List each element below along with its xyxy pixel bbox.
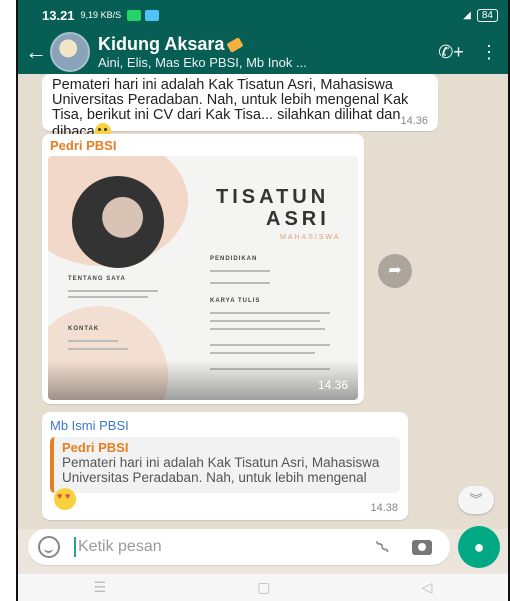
group-title-block[interactable]: Kidung Aksara Aini, Elis, Mas Eko PBSI, … bbox=[98, 34, 432, 70]
more-options-icon[interactable]: ⋮ bbox=[470, 42, 508, 63]
heart-eyes-emoji-icon bbox=[54, 488, 76, 510]
phone-frame: 13.21 9,19 KB/S ◢ 84 ← Kidung Aksara Ain… bbox=[16, 0, 510, 601]
image-message-bubble[interactable]: Pedri PBSI TISATUN ASRI MAHASISWA TENTAN… bbox=[42, 134, 364, 404]
whatsapp-notification-icon bbox=[127, 9, 142, 21]
group-name-text: Kidung Aksara bbox=[98, 34, 225, 54]
message-input[interactable] bbox=[78, 538, 368, 556]
cv-text-line bbox=[68, 348, 128, 350]
gallery-notification-icon bbox=[145, 9, 160, 21]
cv-profile-photo bbox=[72, 176, 164, 268]
cv-text-line bbox=[210, 282, 270, 284]
status-bar: 13.21 9,19 KB/S ◢ 84 bbox=[18, 0, 508, 30]
scroll-down-icon[interactable]: ︾ bbox=[458, 486, 494, 514]
back-nav-icon[interactable]: ◁ bbox=[422, 579, 433, 596]
message-input-bar: ⌇ bbox=[28, 529, 450, 565]
status-time: 13.21 bbox=[42, 7, 75, 23]
emoji-icon[interactable] bbox=[38, 536, 60, 558]
message-bubble-1[interactable]: Pemateri hari ini adalah Kak Tisatun Asr… bbox=[42, 74, 438, 140]
cv-section-writings: KARYA TULIS bbox=[210, 298, 261, 304]
quoted-message[interactable]: Pedri PBSI Pemateri hari ini adalah Kak … bbox=[50, 437, 400, 493]
message-sender: Mb Ismi PBSI bbox=[50, 418, 129, 433]
cv-section-contact: KONTAK bbox=[68, 326, 100, 332]
cv-text-line bbox=[210, 320, 320, 322]
status-right: ◢ 84 bbox=[463, 8, 498, 22]
camera-icon[interactable] bbox=[412, 539, 432, 555]
message-time: 14.38 bbox=[370, 502, 398, 514]
cv-text-line bbox=[68, 340, 118, 342]
cv-name-line1: TISATUN bbox=[216, 186, 330, 208]
cv-section-about: TENTANG SAYA bbox=[68, 276, 126, 282]
battery-indicator: 84 bbox=[476, 8, 498, 22]
cv-image[interactable]: TISATUN ASRI MAHASISWA TENTANG SAYA PEND… bbox=[48, 156, 358, 400]
group-avatar[interactable] bbox=[50, 32, 90, 72]
cv-bottom-shade bbox=[48, 360, 358, 400]
back-arrow-icon[interactable]: ← bbox=[22, 39, 50, 65]
add-call-icon[interactable]: ✆+ bbox=[432, 42, 470, 63]
cv-role: MAHASISWA bbox=[280, 234, 341, 241]
network-speed: 9,19 KB/S bbox=[80, 10, 122, 20]
recent-apps-icon[interactable]: ☰ bbox=[94, 579, 107, 596]
chat-area[interactable]: Pemateri hari ini adalah Kak Tisatun Asr… bbox=[18, 74, 508, 529]
reply-message-bubble[interactable]: Mb Ismi PBSI Pedri PBSI Pemateri hari in… bbox=[42, 412, 408, 520]
cv-text-line bbox=[210, 270, 270, 272]
message-time: 14.36 bbox=[400, 115, 428, 127]
quoted-sender: Pedri PBSI bbox=[62, 440, 129, 455]
cv-text-line bbox=[68, 290, 158, 292]
forward-icon[interactable]: ➦ bbox=[378, 254, 412, 288]
cv-section-education: PENDIDIKAN bbox=[210, 256, 258, 262]
wifi-icon: ◢ bbox=[463, 9, 471, 21]
text-caret bbox=[74, 537, 76, 557]
cv-text-line bbox=[210, 312, 330, 314]
cv-text-line bbox=[210, 352, 315, 354]
cv-name-line2: ASRI bbox=[266, 208, 330, 230]
group-members: Aini, Elis, Mas Eko PBSI, Mb Inok ... bbox=[98, 55, 307, 70]
home-icon[interactable]: ▢ bbox=[257, 579, 270, 596]
message-text: Pemateri hari ini adalah Kak Tisatun Asr… bbox=[52, 78, 428, 140]
cv-text-line bbox=[68, 296, 148, 298]
message-sender: Pedri PBSI bbox=[50, 138, 117, 153]
android-nav-bar: ☰ ▢ ◁ bbox=[18, 574, 508, 601]
group-name: Kidung Aksara bbox=[98, 34, 432, 55]
mic-button[interactable]: ● bbox=[458, 526, 500, 568]
quoted-text: Pemateri hari ini adalah Kak Tisatun Asr… bbox=[62, 455, 380, 485]
cv-text-line bbox=[210, 328, 325, 330]
pencil-emoji-icon bbox=[226, 37, 244, 53]
cv-text-line bbox=[210, 344, 330, 346]
image-time: 14.36 bbox=[317, 378, 348, 392]
chat-header: ← Kidung Aksara Aini, Elis, Mas Eko PBSI… bbox=[18, 30, 508, 74]
attach-icon[interactable]: ⌇ bbox=[364, 528, 403, 567]
